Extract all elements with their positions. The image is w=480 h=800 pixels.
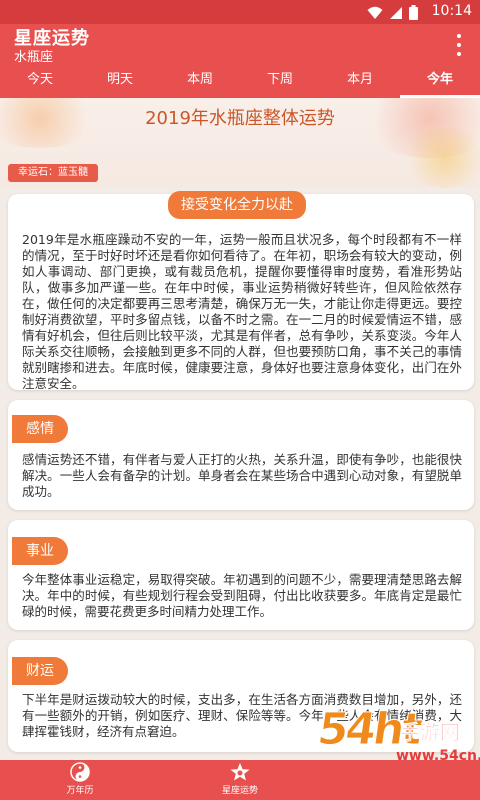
wifi-icon bbox=[367, 6, 383, 19]
summary-card: 接受变化全力以赴 2019年是水瓶座躁动不安的一年，运势一般而且状况多，每个时段… bbox=[8, 191, 474, 391]
nav-calendar[interactable]: 万年历 bbox=[40, 762, 120, 796]
love-card: 感情 感情运势还不错，有伴者与爱人正打的火热，关系升温，即使有争吵，也能很快解决… bbox=[8, 400, 474, 510]
battery-icon bbox=[409, 5, 418, 20]
nav-horoscope[interactable]: 星座运势 bbox=[200, 762, 280, 796]
decor-splash bbox=[400, 128, 480, 188]
status-time: 10:14 bbox=[431, 3, 472, 19]
nav-horoscope-label: 星座运势 bbox=[221, 786, 258, 796]
tab-today[interactable]: 今天 bbox=[0, 72, 80, 98]
love-text: 感情运势还不错，有伴者与爱人正打的火热，关系升温，即使有争吵，也能很快解决。一些… bbox=[22, 452, 462, 499]
star-icon bbox=[230, 763, 250, 781]
period-tabs: 今天 明天 本周 下周 本月 今年 bbox=[0, 72, 480, 98]
status-bar: 10:14 bbox=[0, 0, 480, 24]
app-subtitle: 水瓶座 bbox=[14, 50, 54, 65]
banner: 2019年水瓶座整体运势 幸运石：蓝玉髓 bbox=[0, 98, 480, 188]
more-vert-icon[interactable] bbox=[454, 34, 464, 56]
career-label: 事业 bbox=[12, 537, 68, 565]
app-bar: 星座运势 水瓶座 bbox=[0, 24, 480, 72]
career-text: 今年整体事业运稳定，易取得突破。年初遇到的问题不少，需要理清楚思路去解决。年中的… bbox=[22, 572, 462, 619]
tab-next-week[interactable]: 下周 bbox=[240, 72, 320, 98]
summary-text: 2019年是水瓶座躁动不安的一年，运势一般而且状况多，每个时段都有不一样的情况，… bbox=[22, 232, 462, 391]
nav-calendar-label: 万年历 bbox=[66, 786, 94, 796]
page-title: 2019年水瓶座整体运势 bbox=[145, 108, 335, 129]
watermark-logo: 54ht 手游网 www.54cn.cn bbox=[314, 700, 480, 800]
love-label: 感情 bbox=[12, 415, 68, 443]
watermark-name: 手游网 bbox=[400, 720, 461, 745]
yin-yang-icon bbox=[70, 762, 90, 782]
summary-title: 接受变化全力以赴 bbox=[168, 191, 306, 219]
status-icons bbox=[367, 5, 418, 20]
tab-tomorrow[interactable]: 明天 bbox=[80, 72, 160, 98]
lucky-stone-badge: 幸运石：蓝玉髓 bbox=[8, 164, 98, 182]
signal-icon bbox=[390, 6, 402, 19]
watermark-url: www.54cn.cn bbox=[396, 748, 480, 764]
tab-this-year[interactable]: 今年 bbox=[400, 72, 480, 98]
wealth-label: 财运 bbox=[12, 657, 68, 685]
tab-this-month[interactable]: 本月 bbox=[320, 72, 400, 98]
career-card: 事业 今年整体事业运稳定，易取得突破。年初遇到的问题不少，需要理清楚思路去解决。… bbox=[8, 520, 474, 630]
tab-this-week[interactable]: 本周 bbox=[160, 72, 240, 98]
